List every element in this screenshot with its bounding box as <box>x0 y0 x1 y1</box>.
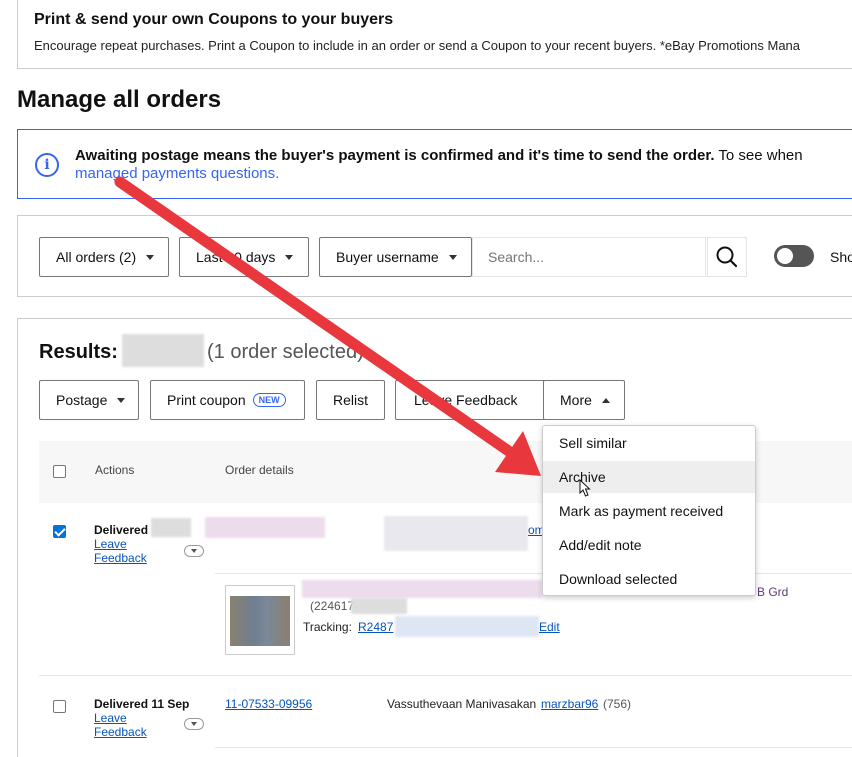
annotation-arrow-overlay <box>114 176 591 497</box>
red-arrow-icon <box>114 176 541 476</box>
mouse-pointer-icon <box>579 478 591 497</box>
